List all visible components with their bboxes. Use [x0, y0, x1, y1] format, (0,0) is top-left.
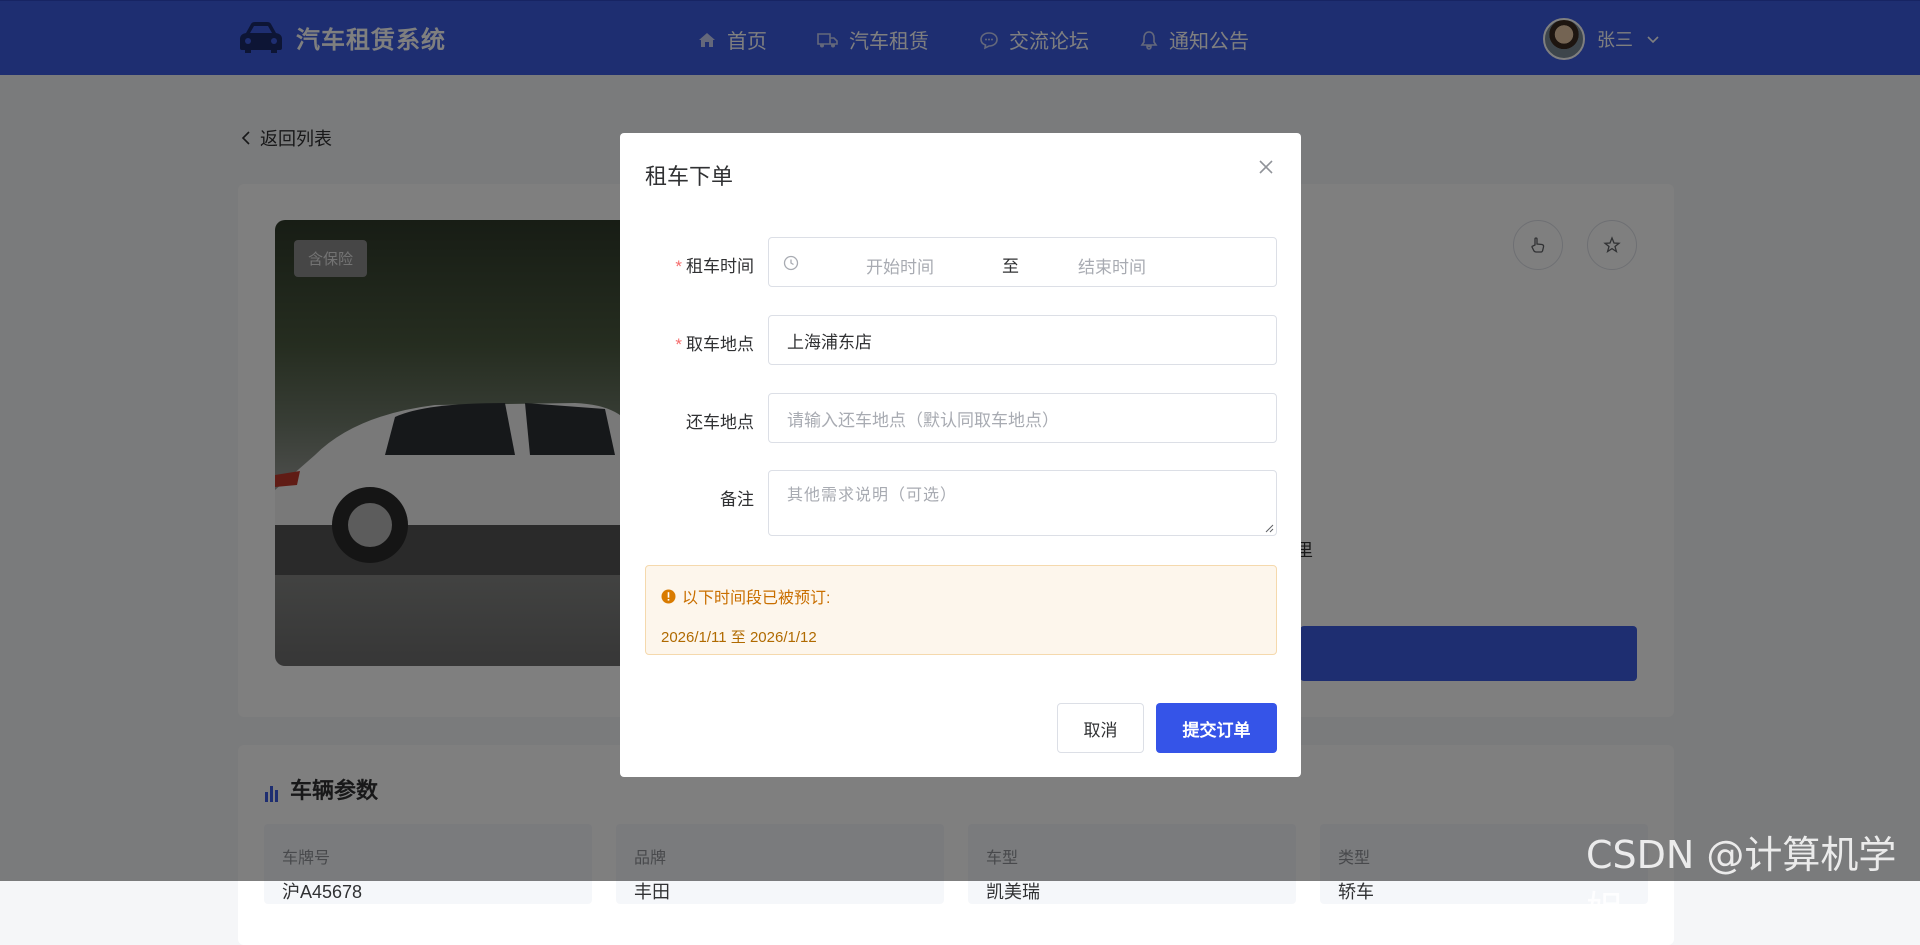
- return-label: 还车地点: [686, 413, 754, 432]
- cancel-button[interactable]: 取消: [1057, 703, 1144, 753]
- start-time-input[interactable]: 开始时间: [866, 253, 934, 278]
- watermark: CSDN @计算机学姐: [1586, 833, 1897, 932]
- dialog-title: 租车下单: [645, 164, 734, 189]
- pickup-location-input[interactable]: 上海浦东店: [768, 315, 1277, 365]
- resize-grip-icon[interactable]: [1264, 523, 1274, 533]
- rent-time-label: * 租车时间: [675, 257, 754, 276]
- param-value: 丰田: [634, 882, 670, 902]
- booked-warning-alert: 以下时间段已被预订: 2026/1/11 至 2026/1/12: [645, 565, 1277, 655]
- pickup-value: 上海浦东店: [787, 332, 872, 352]
- param-value: 凯美瑞: [986, 882, 1040, 902]
- booked-range-text: 2026/1/11 至 2026/1/12: [661, 629, 817, 646]
- submit-order-button[interactable]: 提交订单: [1156, 703, 1277, 753]
- param-value: 沪A45678: [282, 882, 363, 902]
- return-location-input[interactable]: 请输入还车地点（默认同取车地点）: [768, 393, 1277, 443]
- close-icon[interactable]: [1256, 157, 1276, 177]
- remark-textarea[interactable]: 其他需求说明（可选）: [768, 470, 1277, 536]
- remark-label: 备注: [720, 490, 754, 509]
- range-separator: 至: [1002, 257, 1019, 276]
- pickup-label: * 取车地点: [675, 335, 754, 354]
- alert-title: 以下时间段已被预订:: [661, 584, 1261, 608]
- rental-order-dialog: 租车下单 * 租车时间 开始时间 至 结束时间 * 取车地点 上海浦东店 还车地点 …: [620, 133, 1301, 777]
- warning-icon: [661, 589, 676, 603]
- clock-icon: [783, 255, 799, 271]
- end-time-input[interactable]: 结束时间: [1078, 253, 1146, 278]
- remark-placeholder: 其他需求说明（可选）: [787, 487, 958, 504]
- date-range-picker[interactable]: 开始时间 至 结束时间: [768, 237, 1277, 287]
- return-placeholder: 请输入还车地点（默认同取车地点）: [787, 410, 1059, 430]
